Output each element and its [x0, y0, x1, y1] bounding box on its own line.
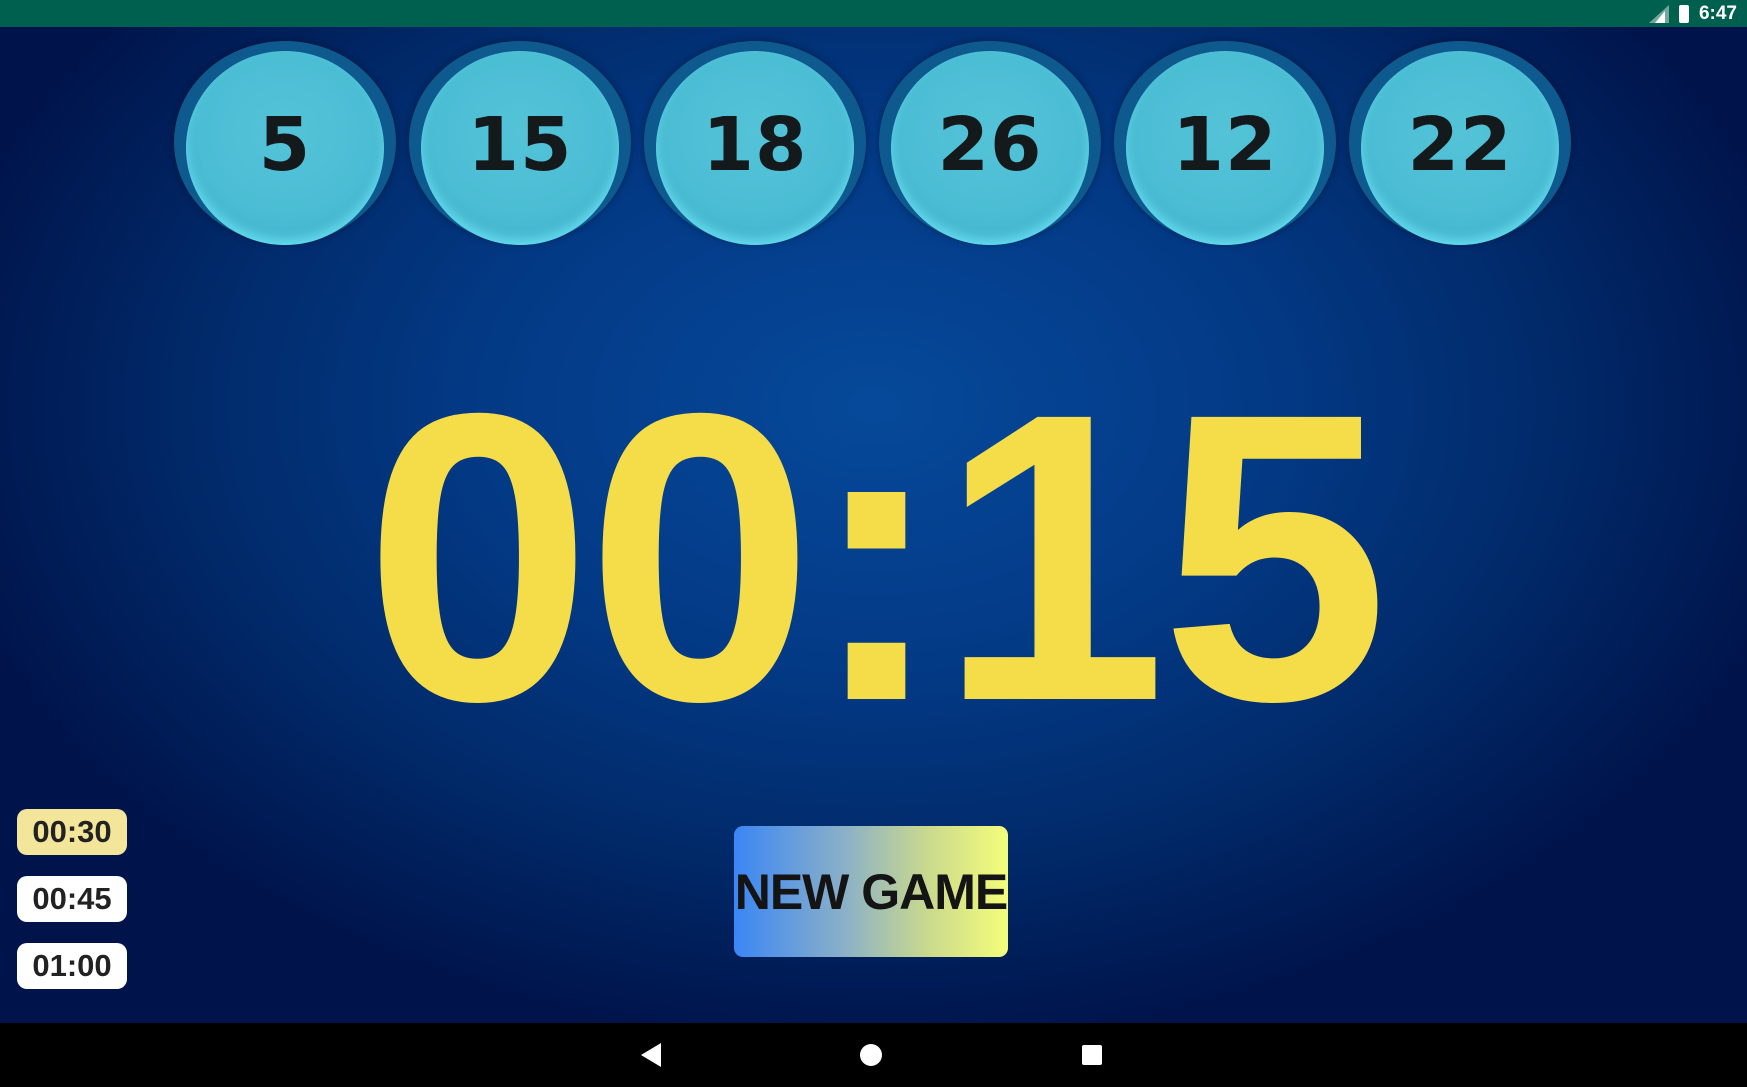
ball-face: 22 — [1361, 51, 1559, 245]
nav-bar — [0, 1023, 1747, 1087]
drawn-ball: 18 — [644, 41, 866, 245]
ball-number: 15 — [467, 102, 573, 188]
ball-face: 5 — [186, 51, 384, 245]
ball-number: 18 — [702, 102, 808, 188]
preset-30s-button[interactable]: 00:30 — [17, 809, 127, 855]
status-clock: 6:47 — [1698, 3, 1737, 24]
status-icons: 6:47 — [1648, 0, 1737, 27]
ball-face: 26 — [891, 51, 1089, 245]
preset-60s-button[interactable]: 01:00 — [17, 943, 127, 989]
ball-number: 5 — [258, 102, 312, 188]
recents-button[interactable] — [1067, 1023, 1117, 1087]
new-game-button[interactable]: NEW GAME — [734, 826, 1008, 957]
recents-icon — [1082, 1045, 1102, 1065]
drawn-ball: 26 — [879, 41, 1101, 245]
ball-number: 22 — [1407, 102, 1513, 188]
game-area: 5 15 18 26 12 22 00:15 00:30 00:45 01:00… — [0, 27, 1747, 1023]
drawn-ball: 15 — [409, 41, 631, 245]
drawn-ball: 12 — [1114, 41, 1336, 245]
home-icon — [860, 1044, 882, 1066]
ball-number: 26 — [937, 102, 1043, 188]
countdown-timer: 00:15 — [364, 328, 1389, 786]
back-button[interactable] — [626, 1023, 676, 1087]
home-button[interactable] — [846, 1023, 896, 1087]
drawn-ball: 5 — [174, 41, 396, 245]
back-icon — [641, 1043, 661, 1067]
signal-icon — [1648, 4, 1669, 23]
drawn-ball: 22 — [1349, 41, 1571, 245]
status-bar: 6:47 — [0, 0, 1747, 27]
ball-face: 12 — [1126, 51, 1324, 245]
ball-face: 18 — [656, 51, 854, 245]
ball-number: 12 — [1172, 102, 1278, 188]
preset-45s-button[interactable]: 00:45 — [17, 876, 127, 922]
battery-icon — [1678, 4, 1689, 23]
ball-face: 15 — [421, 51, 619, 245]
